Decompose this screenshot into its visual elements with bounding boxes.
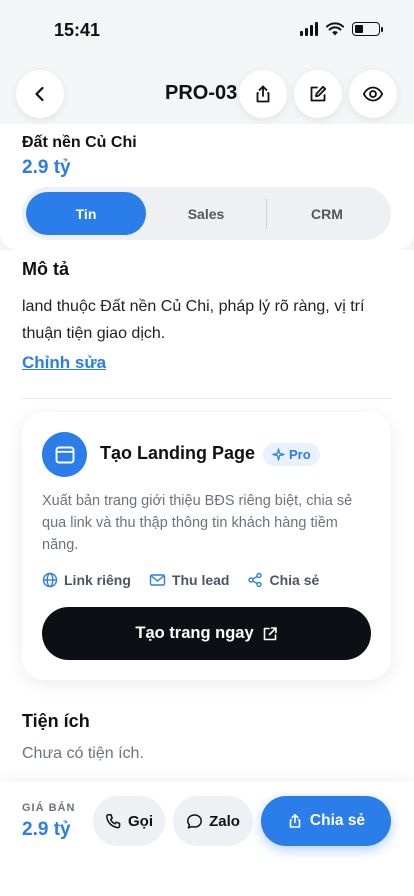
call-button[interactable]: Gọi: [93, 796, 165, 846]
signal-icon: [300, 22, 318, 36]
description-text: land thuộc Đất nền Củ Chi, pháp lý rõ rà…: [22, 298, 365, 342]
phone-icon: [106, 813, 121, 828]
zalo-button[interactable]: Zalo: [173, 796, 253, 846]
landing-page-description: Xuất bản trang giới thiệu BĐS riêng biệt…: [42, 493, 353, 553]
eye-icon: [362, 86, 384, 102]
create-page-button-label: Tạo trang ngay: [135, 624, 254, 642]
edit-description-link[interactable]: Chỉnh sửa: [22, 353, 106, 373]
share-icon: [289, 814, 301, 828]
tab-sales[interactable]: Sales: [146, 192, 266, 235]
main-content: Mô tả land thuộc Đất nền Củ Chi, pháp lý…: [0, 250, 414, 790]
feature-link: Link riêng: [42, 572, 131, 588]
status-time: 15:41: [54, 20, 101, 40]
chevron-left-icon: [35, 86, 44, 102]
tab-tin[interactable]: Tin: [26, 192, 146, 235]
landing-page-features: Link riêng Thu lead Chia sẻ: [42, 572, 319, 588]
landing-page-icon-circle: [42, 432, 87, 477]
tab-crm[interactable]: CRM: [267, 192, 387, 235]
header: PRO-039: [0, 60, 414, 130]
amenities-title: Tiện ích: [22, 711, 90, 731]
view-header-button[interactable]: [349, 70, 397, 118]
mail-icon: [149, 574, 166, 586]
property-price: 2.9 tỷ: [22, 157, 71, 178]
create-page-button[interactable]: Tạo trang ngay: [42, 607, 371, 660]
external-link-icon: [263, 626, 277, 640]
price-value: 2.9 tỷ: [22, 819, 71, 840]
landing-page-title: Tạo Landing Page: [100, 443, 256, 463]
description-title: Mô tả: [22, 259, 69, 279]
landing-page-card: Tạo Landing Page Pro Xuất bản trang giới…: [22, 412, 391, 680]
status-icons: [300, 22, 383, 36]
share-button-label: Chia sẻ: [309, 812, 366, 829]
share-icon: [256, 85, 270, 103]
sparkle-icon: [272, 448, 285, 461]
wifi-icon: [326, 22, 344, 36]
pro-badge-label: Pro: [289, 447, 311, 462]
back-button[interactable]: [16, 70, 64, 118]
globe-icon: [42, 572, 58, 588]
feature-lead-label: Thu lead: [171, 572, 230, 588]
chat-bubble-icon: [187, 813, 203, 829]
feature-link-label: Link riêng: [64, 572, 131, 588]
feature-lead: Thu lead: [149, 572, 230, 588]
pro-badge: Pro: [263, 443, 320, 466]
tab-bar: Tin Sales CRM: [22, 187, 391, 240]
amenities-empty-text: Chưa có tiện ích.: [22, 745, 144, 762]
feature-share: Chia sẻ: [247, 572, 319, 588]
property-title: Đất nền Củ Chi: [22, 134, 137, 151]
status-bar: 15:41: [0, 0, 414, 60]
edit-icon: [310, 85, 327, 102]
section-divider: [22, 398, 392, 399]
edit-header-button[interactable]: [294, 70, 342, 118]
browser-window-icon: [55, 446, 74, 463]
page-title: PRO-039: [165, 82, 237, 104]
zalo-button-label: Zalo: [209, 812, 240, 830]
battery-icon: [352, 22, 383, 36]
price-label: GIÁ BÁN: [22, 802, 76, 814]
share-button[interactable]: Chia sẻ: [261, 796, 391, 846]
property-summary-card: Đất nền Củ Chi 2.9 tỷ Tin Sales CRM: [0, 124, 414, 250]
feature-share-label: Chia sẻ: [269, 572, 320, 588]
bottom-action-bar: GIÁ BÁN 2.9 tỷ Gọi Zalo Chia sẻ: [0, 782, 414, 896]
share-nodes-icon: [248, 572, 263, 588]
share-header-button[interactable]: [239, 70, 287, 118]
call-button-label: Gọi: [128, 812, 153, 830]
